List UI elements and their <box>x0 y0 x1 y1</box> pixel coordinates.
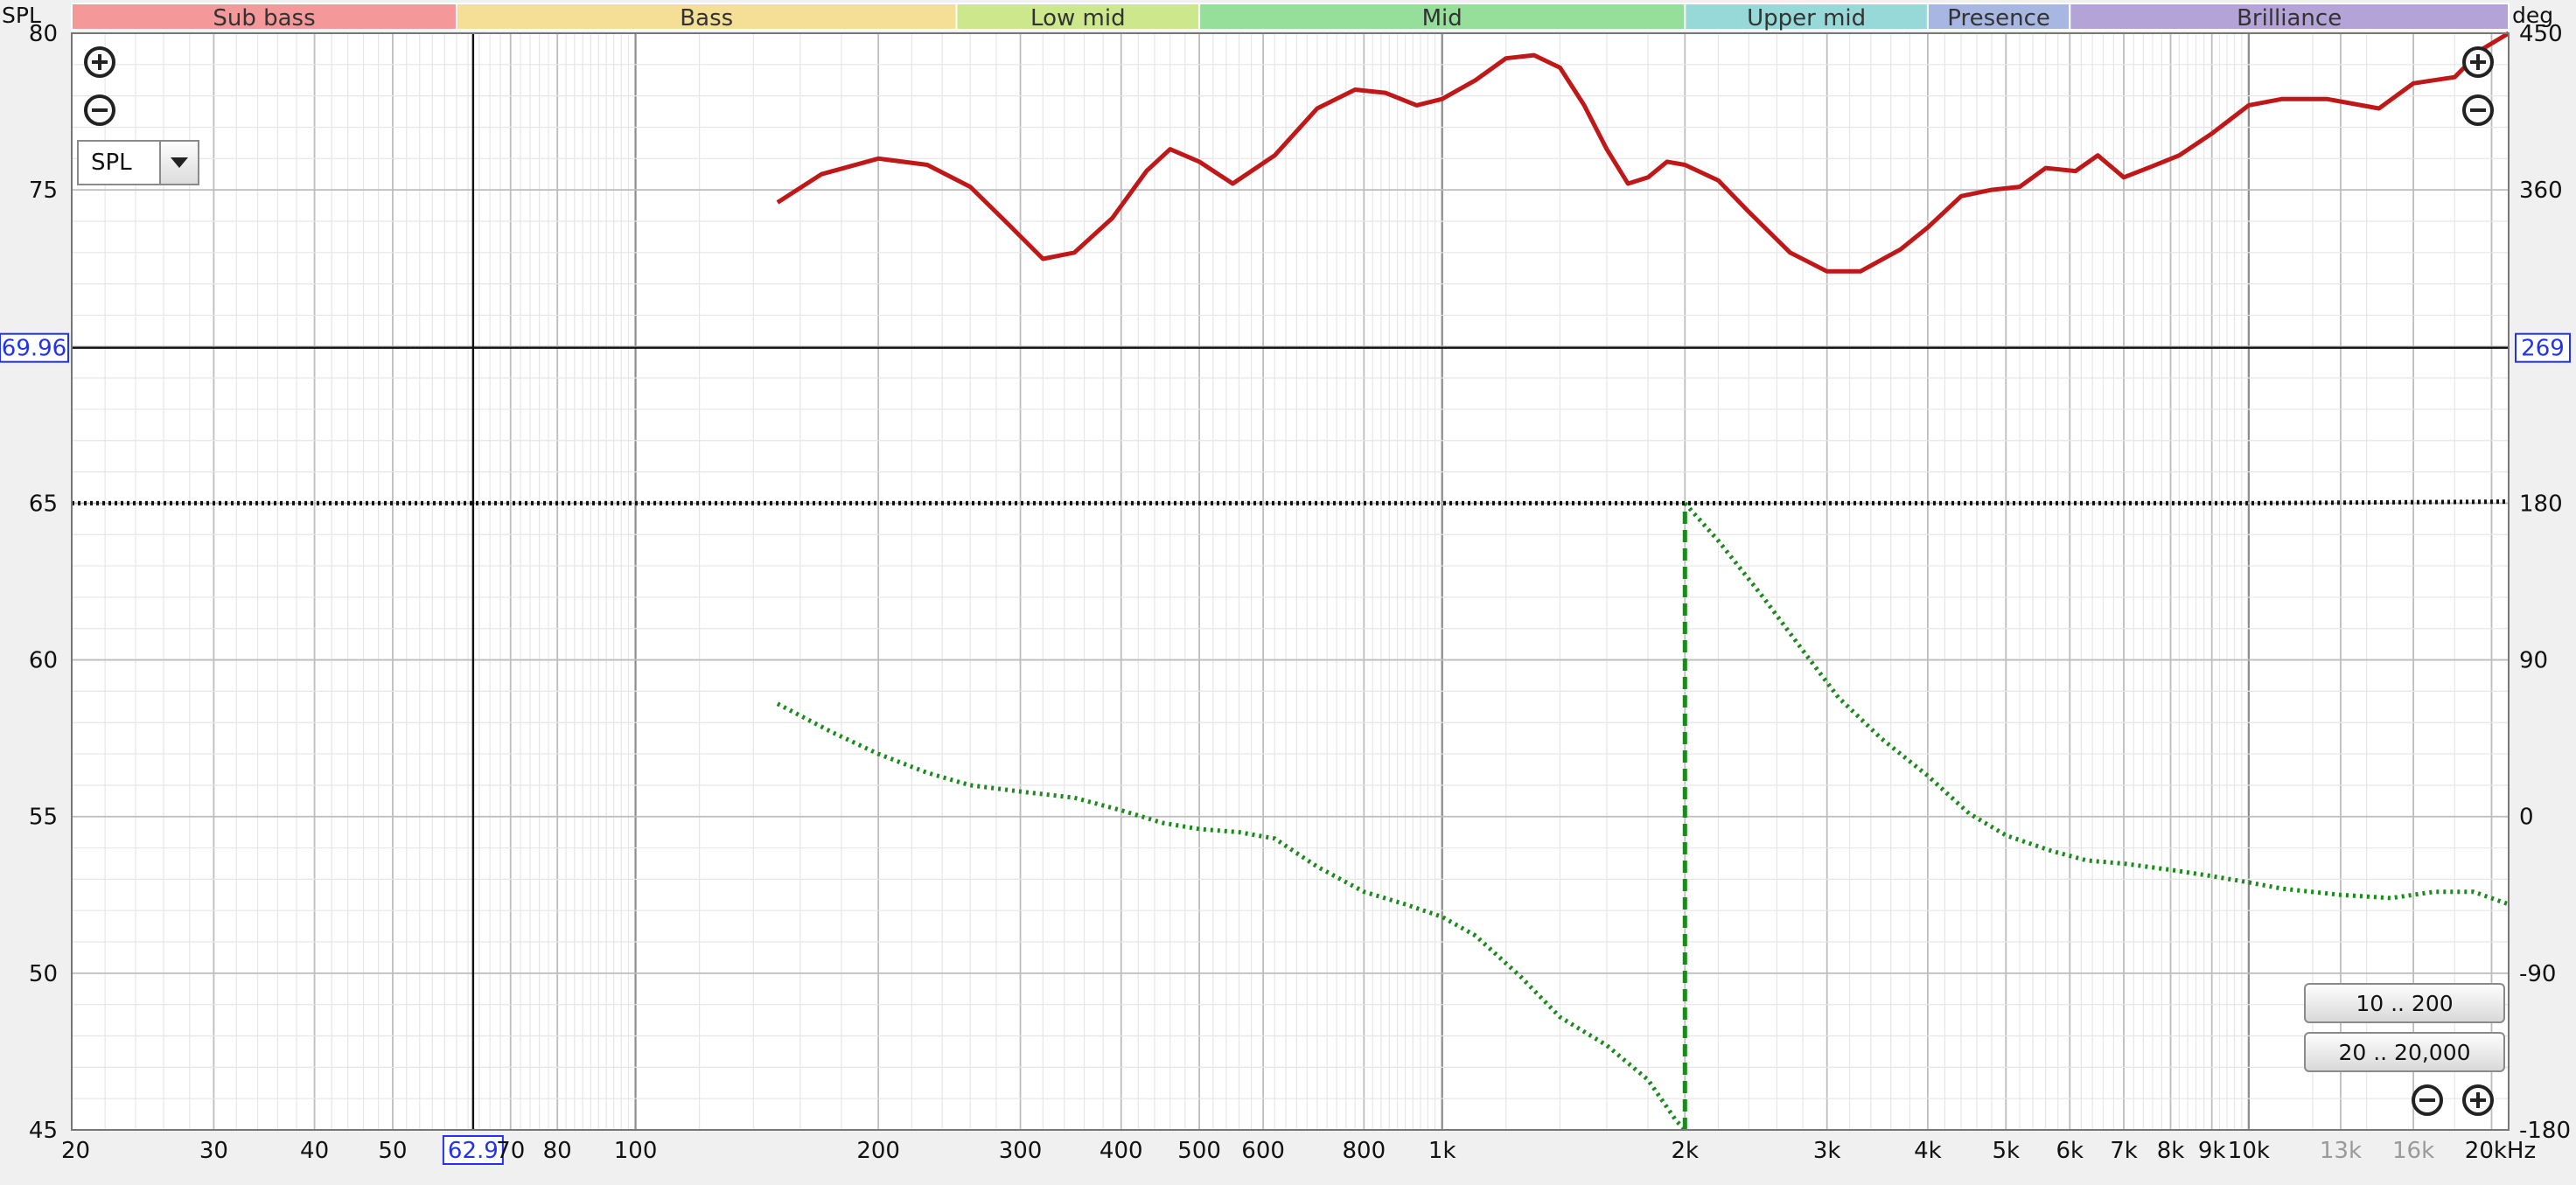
band-label: Presence <box>1947 5 2050 31</box>
x-tick-label: 50 <box>378 1138 407 1164</box>
x-tick-label: 80 <box>543 1138 572 1164</box>
range-20-20000-button[interactable]: 20 .. 20,000 <box>2304 1032 2505 1072</box>
frequency-band-bar: Sub bass Bass Low mid Mid Upper mid Presence B… <box>71 3 2510 31</box>
x-tick-label: 4k <box>1914 1138 1942 1164</box>
x-tick-label: 1k <box>1428 1138 1456 1164</box>
x-tick-label: 70 <box>496 1138 525 1164</box>
x-tick-label: 10k <box>2228 1138 2270 1164</box>
chevron-down-icon[interactable] <box>159 142 198 184</box>
y-left-tick-label: 45 <box>29 1118 58 1144</box>
x-tick-label: 100 <box>614 1138 658 1164</box>
y-right-tick-label: 360 <box>2519 178 2563 204</box>
x-tick-label: 3k <box>1813 1138 1841 1164</box>
x-tick-label: 8k <box>2157 1138 2185 1164</box>
zoom-out-right-icon[interactable] <box>2462 94 2494 126</box>
x-tick-label: 500 <box>1177 1138 1221 1164</box>
y-left-tick-label: 60 <box>29 648 58 674</box>
x-tick-label: 20kHz <box>2465 1138 2536 1164</box>
zoom-out-x-icon[interactable] <box>2412 1084 2443 1116</box>
x-tick-label: 5k <box>1992 1138 2020 1164</box>
band-label: Mid <box>1422 5 1463 31</box>
y-right-tick-label: -90 <box>2519 961 2556 987</box>
right-axis-label: deg <box>2512 3 2553 28</box>
x-tick-label: 200 <box>856 1138 900 1164</box>
x-tick-label: 800 <box>1343 1138 1386 1164</box>
left-axis-label: SPL <box>2 3 41 28</box>
y-right-tick-label: 180 <box>2519 491 2563 517</box>
band-label: Brilliance <box>2237 5 2342 31</box>
cursor-y-left-label: 69.96 <box>2 336 66 362</box>
band-label: Upper mid <box>1747 5 1866 31</box>
x-tick-label: 20 <box>61 1138 90 1164</box>
x-tick-label: 2k <box>1672 1138 1700 1164</box>
x-tick-label: 7k <box>2110 1138 2138 1164</box>
cursor-y-right-label: 269 <box>2521 336 2565 362</box>
x-tick-label: 400 <box>1100 1138 1143 1164</box>
zoom-out-icon[interactable] <box>84 94 115 126</box>
measurement-type-dropdown[interactable]: SPL <box>77 140 199 185</box>
y-right-tick-label: 0 <box>2519 805 2534 831</box>
zoom-in-icon[interactable] <box>84 46 115 78</box>
x-tick-label: 600 <box>1241 1138 1285 1164</box>
band-label: Sub bass <box>213 5 315 31</box>
y-left-tick-label: 50 <box>29 961 58 987</box>
zoom-in-right-icon[interactable] <box>2462 46 2494 78</box>
y-right-tick-label: 90 <box>2519 648 2548 674</box>
x-tick-label: 9k <box>2198 1138 2226 1164</box>
dropdown-value: SPL <box>91 150 132 176</box>
y-left-tick-label: 55 <box>29 805 58 831</box>
cursor-x-label: 62.9 <box>448 1138 499 1164</box>
band-label: Low mid <box>1030 5 1126 31</box>
x-tick-label: 6k <box>2056 1138 2084 1164</box>
range-10-200-button[interactable]: 10 .. 200 <box>2304 983 2505 1023</box>
y-left-tick-label: 65 <box>29 491 58 517</box>
x-tick-label: 40 <box>300 1138 329 1164</box>
frequency-response-chart: Sub bass Bass Low mid Mid Upper mid Presence B… <box>0 3 2571 1165</box>
x-tick-label: 13k <box>2320 1138 2362 1164</box>
x-tick-label: 30 <box>199 1138 228 1164</box>
x-tick-label: 16k <box>2392 1138 2434 1164</box>
band-label: Bass <box>680 5 733 31</box>
y-left-tick-label: 75 <box>29 178 58 204</box>
x-tick-label: 300 <box>999 1138 1043 1164</box>
zoom-in-x-icon[interactable] <box>2462 1084 2494 1116</box>
